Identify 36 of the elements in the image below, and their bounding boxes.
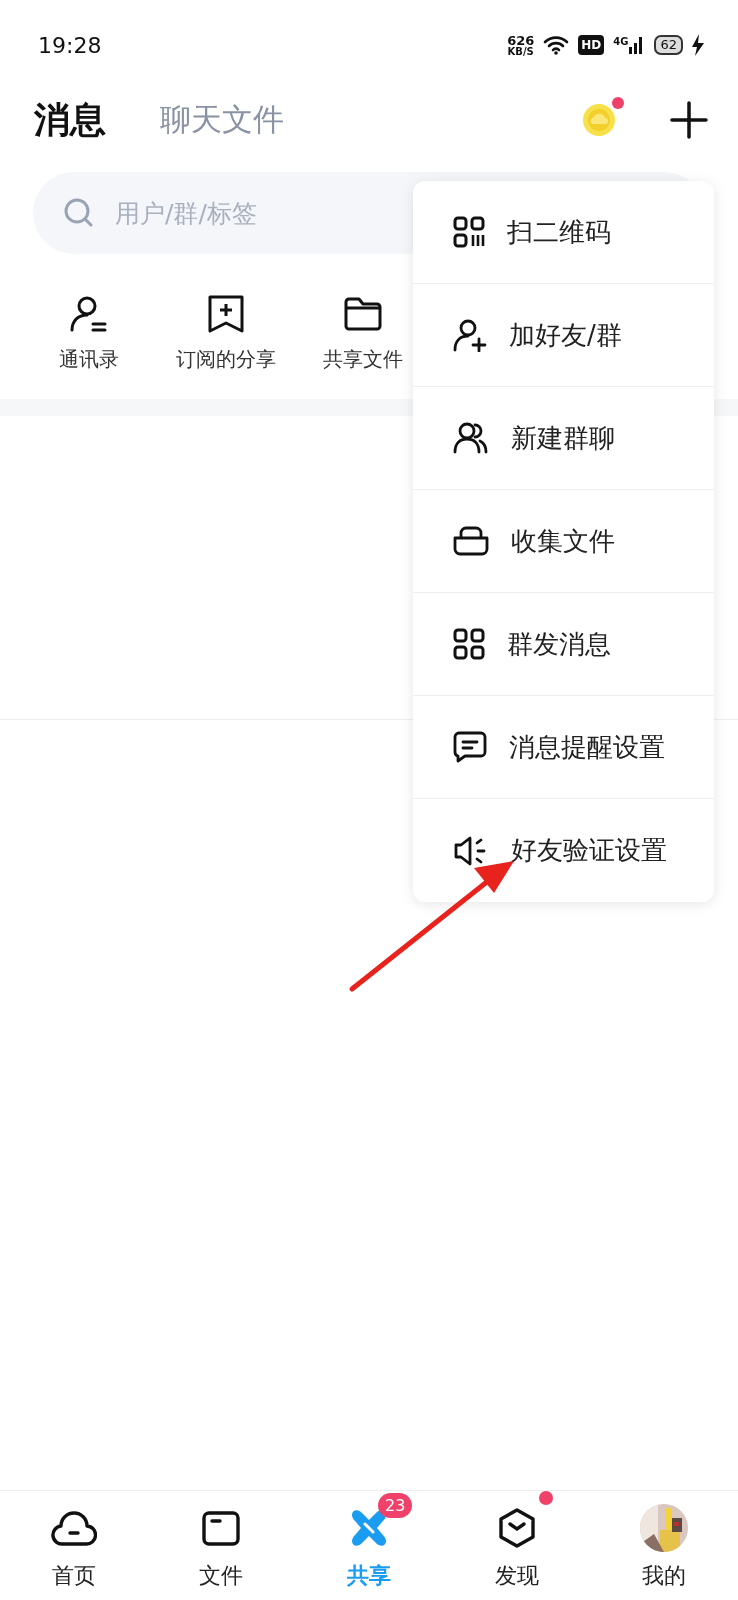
- menu-item[interactable]: 群发消息: [413, 593, 714, 696]
- shortcut-label[interactable]: 共享文件: [322, 346, 403, 373]
- network-type: 4G: [613, 35, 629, 47]
- qr-code-icon: [453, 216, 485, 248]
- menu-item[interactable]: 扫二维码: [413, 181, 714, 284]
- menu-item[interactable]: 消息提醒设置: [413, 696, 714, 799]
- shortcut-label[interactable]: 订阅的分享: [175, 346, 276, 373]
- grid-icon: [453, 628, 485, 660]
- battery-level: 62: [654, 35, 683, 55]
- nav-tab[interactable]: 首页: [51, 1561, 96, 1591]
- status-time: 19:28: [38, 32, 102, 58]
- search-icon: [63, 197, 95, 229]
- menu-item[interactable]: 好友验证设置: [413, 799, 714, 902]
- wifi-icon: [543, 35, 570, 55]
- speed-unit: KB/S: [507, 46, 534, 57]
- cloud-icon[interactable]: [50, 1508, 97, 1548]
- menu-item[interactable]: 加好友/群: [413, 284, 714, 387]
- count-badge: 23: [378, 1493, 413, 1518]
- contacts-icon[interactable]: [68, 294, 109, 334]
- shortcut-label[interactable]: 通讯录: [58, 346, 119, 373]
- nav-tab[interactable]: 发现: [494, 1561, 539, 1591]
- charging-icon: [692, 34, 704, 56]
- nav-tab[interactable]: 文件: [199, 1561, 244, 1591]
- network-speed: 626: [507, 33, 535, 47]
- cube-icon[interactable]: [496, 1507, 537, 1549]
- nav-tab[interactable]: 我的: [642, 1561, 687, 1591]
- menu-item[interactable]: 收集文件: [413, 490, 714, 593]
- menu-item[interactable]: 新建群聊: [413, 387, 714, 490]
- add-icon[interactable]: [670, 101, 708, 139]
- hd-badge: HD: [578, 35, 605, 55]
- users-icon: [453, 422, 489, 454]
- header-tab[interactable]: 消息: [34, 95, 106, 145]
- add-user-icon: [453, 318, 487, 352]
- folder-icon[interactable]: [201, 1509, 242, 1547]
- chat-icon: [453, 731, 487, 763]
- tray-icon: [453, 526, 489, 556]
